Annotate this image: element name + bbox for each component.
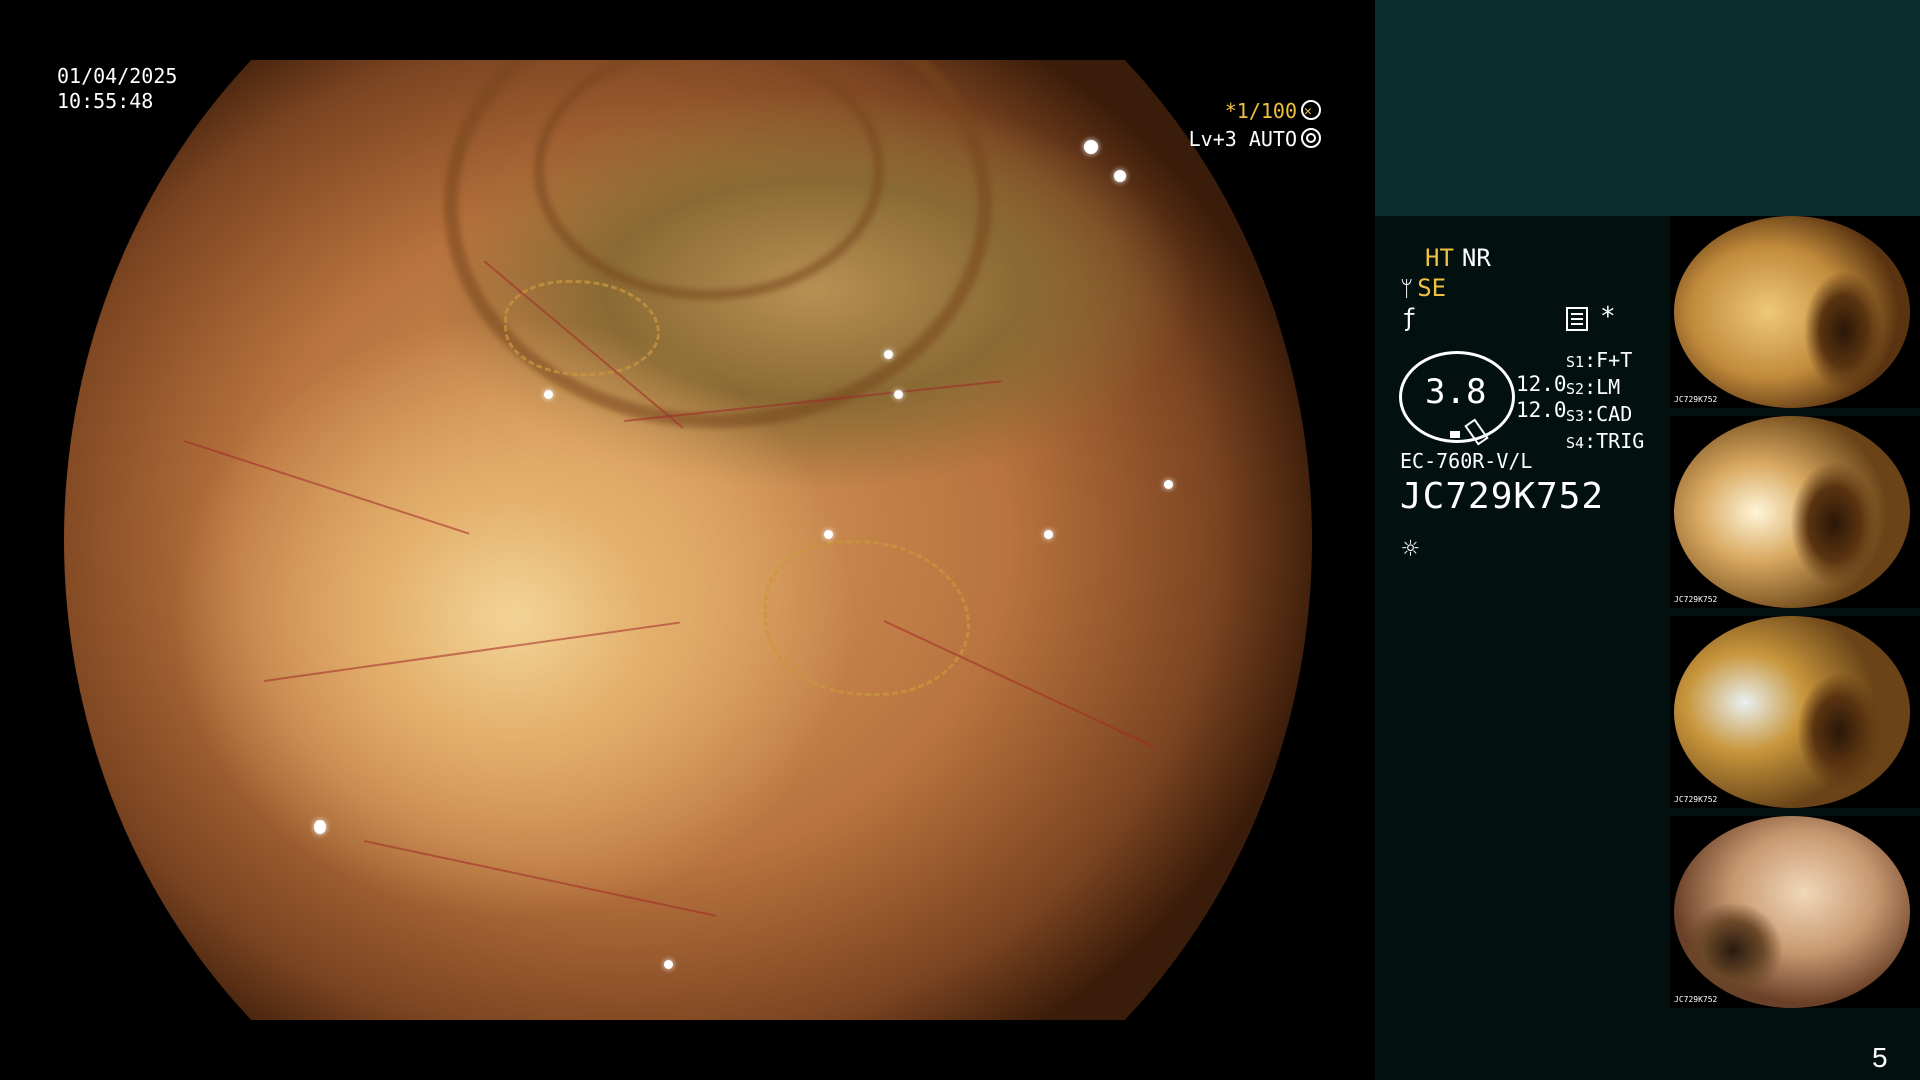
thumbnail[interactable]: JC729K752 (1670, 616, 1920, 808)
switch-item: S2:LM (1566, 375, 1621, 399)
light-reflection (894, 390, 903, 399)
switch-item: S3:CAD (1566, 402, 1633, 426)
thumbnail-label: JC729K752 (1674, 395, 1718, 404)
nr-label: NR (1461, 244, 1491, 272)
shutter-speed: *1/100 (1224, 98, 1321, 125)
timestamp: 01/04/2025 10:55:48 (57, 64, 177, 114)
light-reflection (884, 350, 893, 359)
thumbnail-image (1674, 616, 1910, 808)
shutter-label: *1/100 (1224, 99, 1297, 123)
ht-label: HT (1425, 244, 1454, 272)
vessel (363, 840, 717, 917)
se-label: SE (1417, 274, 1447, 302)
fan-icon (1301, 99, 1321, 125)
gauge-value: 3.8 (1425, 372, 1487, 412)
panel-icon (1566, 307, 1588, 331)
switch-key: S1 (1566, 353, 1585, 371)
level-label: Lv+3 AUTO (1188, 127, 1297, 151)
light-reflection (1114, 170, 1126, 182)
switch-value: CAD (1596, 402, 1633, 426)
thumbnail-image (1674, 216, 1910, 408)
light-reflection (1084, 140, 1098, 154)
light-reflection (314, 820, 326, 834)
thumbnail[interactable]: JC729K752 (1670, 816, 1920, 1008)
endoscope-area: 01/04/2025 10:55:48 *1/100 Lv+3 AUTO (0, 0, 1375, 1080)
thumbnail-label: JC729K752 (1674, 595, 1718, 604)
switch-key: S4 (1566, 434, 1585, 452)
switch-key: S3 (1566, 407, 1585, 425)
time-label: 10:55:48 (57, 89, 154, 113)
bubble-cluster (764, 540, 970, 696)
asterisk-icon: * (1600, 302, 1616, 332)
switch-item: S1:F+T (1566, 348, 1633, 372)
page-number: 5 (1872, 1042, 1888, 1073)
switch-value: F+T (1596, 348, 1633, 372)
light-reflection (1164, 480, 1173, 489)
gauge-marker (1450, 431, 1460, 438)
endoscope-image (64, 60, 1312, 1020)
switch-list: S1:F+T S2:LM S3:CAD S4:TRIG (1566, 348, 1644, 456)
thumbnail-label: JC729K752 (1674, 995, 1718, 1004)
thumbnail[interactable]: JC729K752 (1670, 216, 1920, 408)
structure-enhancement-icon: ᛘ (1400, 277, 1414, 302)
vessel (183, 440, 470, 535)
light-reflection (544, 390, 553, 399)
scope-serial: JC729K752 (1400, 476, 1605, 517)
thumbnail-image (1674, 816, 1910, 1008)
brightness-level: Lv+3 AUTO (1189, 126, 1321, 152)
ht-nr-row: HT NR (1425, 244, 1491, 272)
light-reflection (1044, 530, 1053, 539)
switch-value: TRIG (1596, 429, 1645, 453)
switch-key: S2 (1566, 380, 1585, 398)
info-panel-header (1375, 0, 1920, 216)
sun-icon: ☼ (1402, 532, 1419, 565)
date-label: 01/04/2025 (57, 64, 178, 88)
thumbnail-image (1674, 416, 1910, 608)
gauge-right-value-2: 12.0 (1516, 398, 1567, 422)
vessel (263, 621, 681, 682)
freeze-icon: ƒ (1402, 304, 1417, 332)
light-reflection (824, 530, 833, 539)
light-reflection (664, 960, 673, 969)
gear-icon (1301, 128, 1321, 148)
scope-model: EC-760R-V/L (1400, 449, 1533, 473)
thumbnail-label: JC729K752 (1674, 795, 1718, 804)
gauge-right-value-1: 12.0 (1516, 372, 1567, 396)
thumbnail[interactable]: JC729K752 (1670, 416, 1920, 608)
switch-item: S4:TRIG (1566, 429, 1645, 453)
se-row: ᛘ SE (1400, 274, 1446, 302)
switch-value: LM (1596, 375, 1621, 399)
